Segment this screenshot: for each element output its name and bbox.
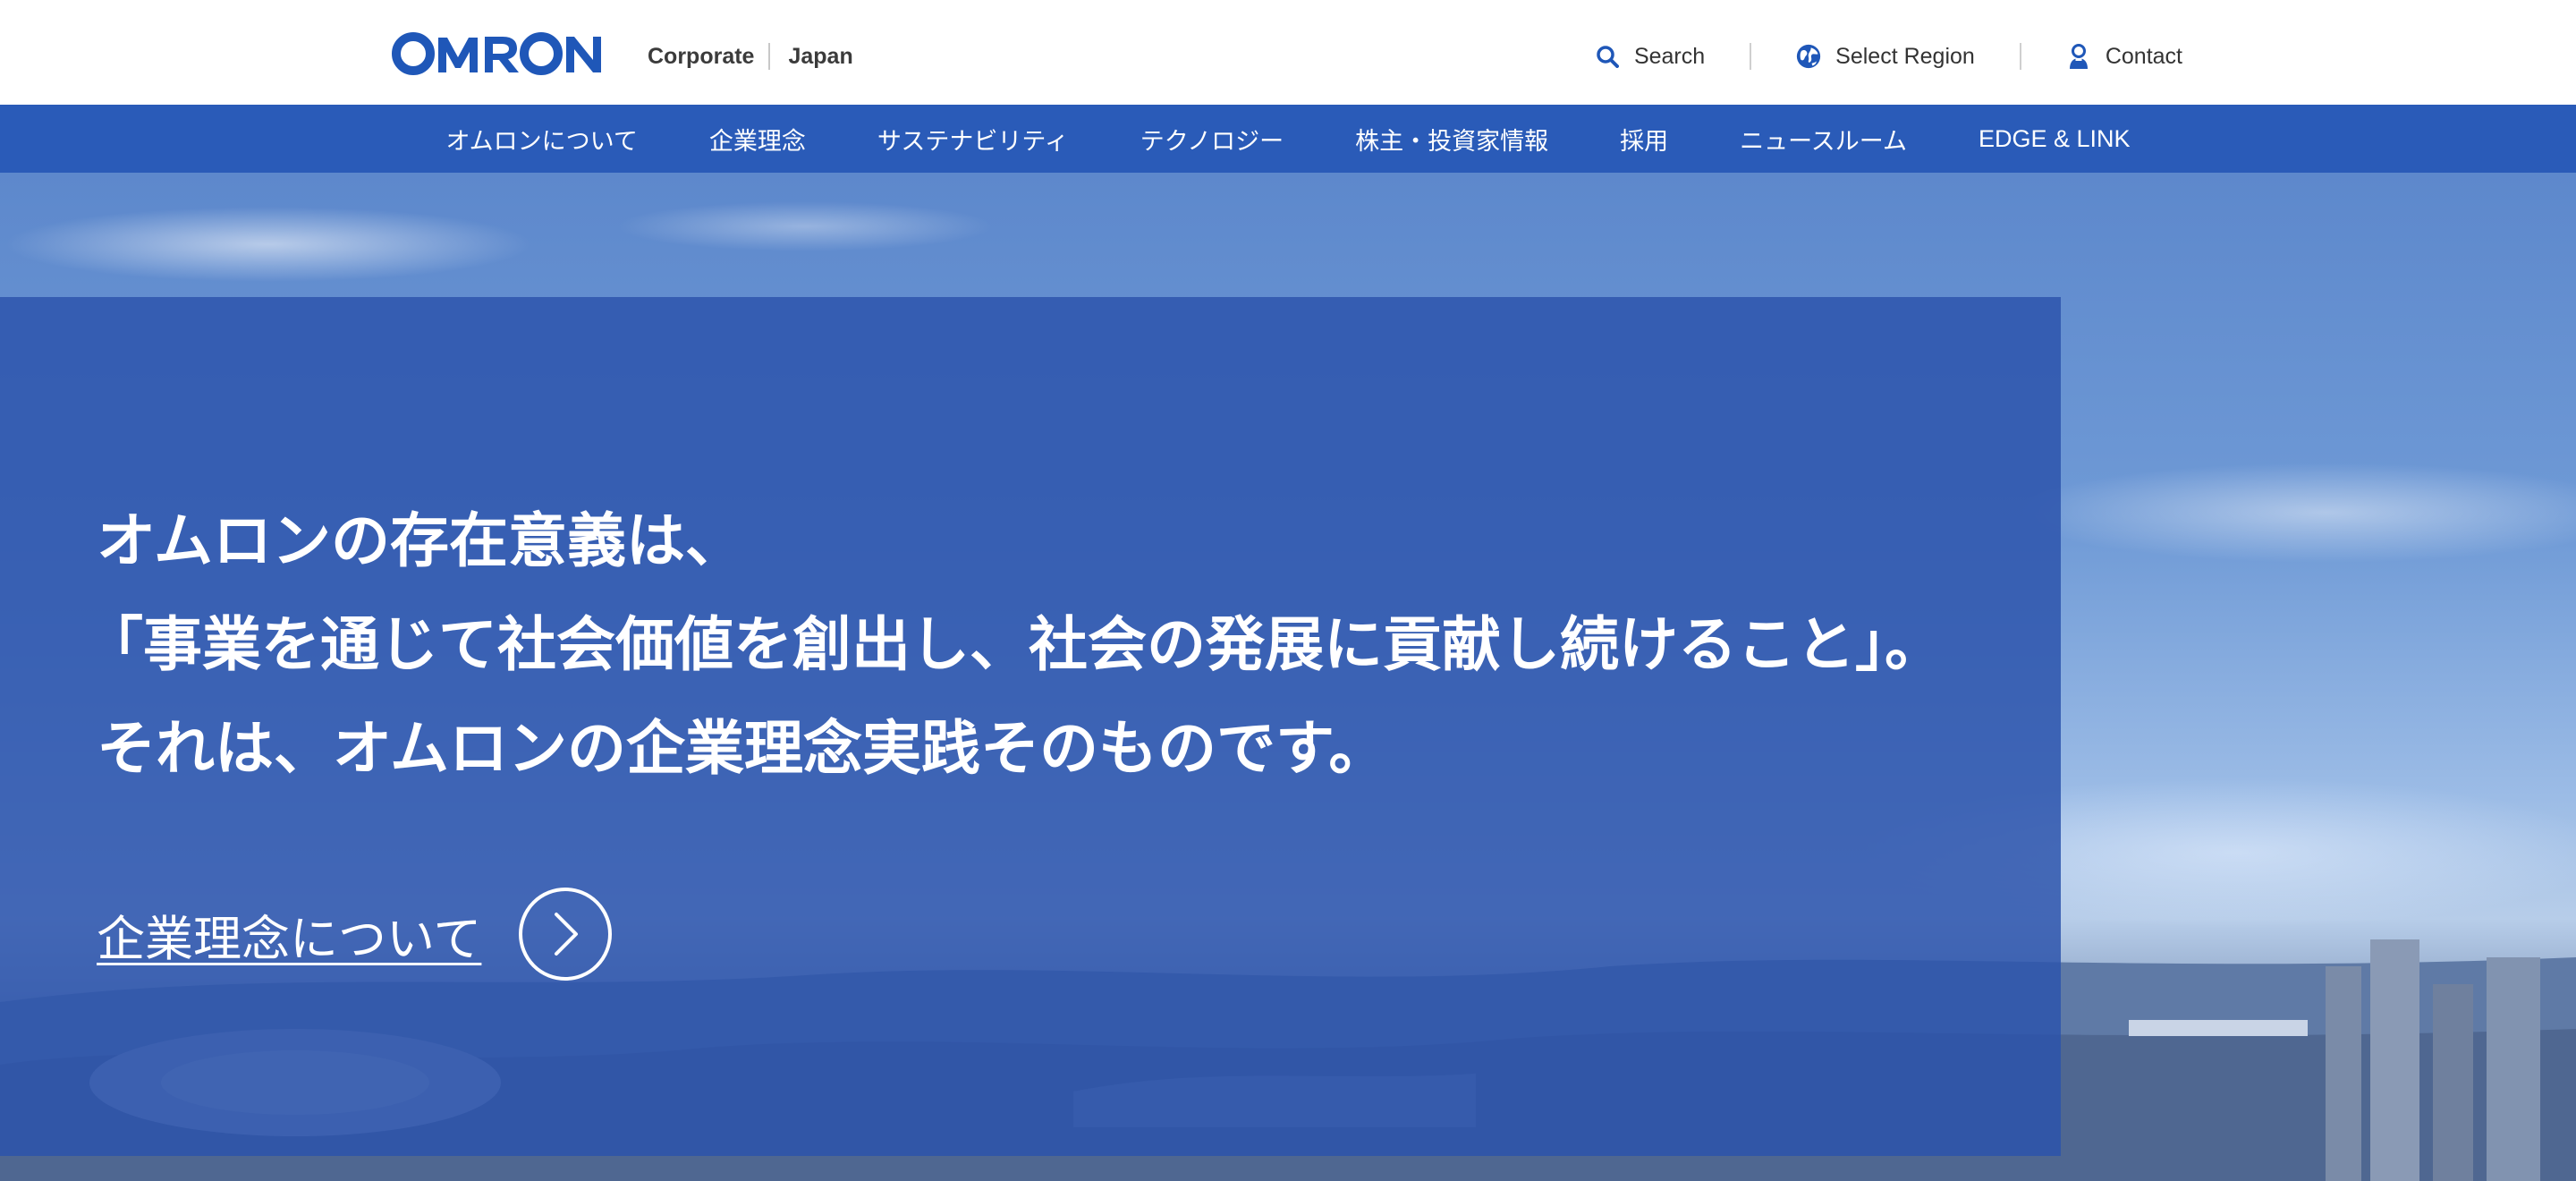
- omron-logo-mark: [392, 32, 601, 75]
- arrow-circle-button[interactable]: [519, 888, 613, 981]
- utility-divider: [2019, 43, 2021, 70]
- hero-line-1: オムロンの存在意義は、: [97, 507, 745, 574]
- hero-headline: オムロンの存在意義は、 「事業を通じて社会価値を創出し、社会の発展に貢献し続ける…: [84, 489, 1944, 800]
- search-button[interactable]: Search: [1595, 43, 1705, 70]
- site-corporate-link[interactable]: Corporate: [648, 44, 754, 70]
- select-region-button[interactable]: Select Region: [1796, 43, 1975, 70]
- site-divider: [768, 43, 771, 70]
- site-japan-link[interactable]: Japan: [788, 44, 852, 70]
- nav-item-newsroom[interactable]: ニュースルーム: [1704, 122, 1943, 157]
- philosophy-link-label: 企業理念について: [97, 912, 482, 966]
- nav-item-technology[interactable]: テクノロジー: [1105, 122, 1319, 157]
- search-icon: [1595, 43, 1620, 70]
- omron-logo[interactable]: [392, 32, 603, 75]
- nav-item-careers[interactable]: 採用: [1584, 122, 1704, 157]
- hero-line-3: それは、オムロンの企業理念実践そのものです。: [97, 715, 1388, 781]
- contact-button[interactable]: Contact: [2066, 43, 2182, 70]
- search-label: Search: [1633, 43, 1706, 69]
- contact-label: Contact: [2105, 43, 2182, 69]
- person-icon: [2066, 43, 2091, 70]
- hero-panel: オムロンの存在意義は、 「事業を通じて社会価値を創出し、社会の発展に貢献し続ける…: [0, 297, 2061, 1156]
- global-nav-list: オムロンについて 企業理念 サステナビリティ テクノロジー 株主・投資家情報 採…: [0, 105, 2576, 173]
- philosophy-link[interactable]: 企業理念について: [97, 888, 613, 981]
- site-switch: Corporate Japan: [648, 39, 853, 73]
- globe-icon: [1796, 43, 1821, 70]
- nav-item-philosophy[interactable]: 企業理念: [674, 122, 842, 157]
- nav-item-sustainability[interactable]: サステナビリティ: [842, 122, 1105, 157]
- hero-section: オムロンの存在意義は、 「事業を通じて社会価値を創出し、社会の発展に貢献し続ける…: [0, 173, 2576, 1181]
- global-nav: オムロンについて 企業理念 サステナビリティ テクノロジー 株主・投資家情報 採…: [0, 105, 2576, 173]
- chevron-right-icon: [555, 913, 579, 956]
- nav-item-edge-link[interactable]: EDGE & LINK: [1943, 125, 2166, 153]
- nav-item-about[interactable]: オムロンについて: [410, 122, 673, 157]
- nav-item-investors[interactable]: 株主・投資家情報: [1319, 122, 1584, 157]
- hero-line-2: 「事業を通じて社会価値を創出し、社会の発展に貢献し続けること」。: [84, 611, 1944, 677]
- select-region-label: Select Region: [1835, 43, 1975, 69]
- utility-nav: Search Select Region Contact: [1595, 36, 2182, 77]
- utility-divider: [1750, 43, 1752, 70]
- top-header: Corporate Japan Search Select Region Con…: [0, 0, 2576, 105]
